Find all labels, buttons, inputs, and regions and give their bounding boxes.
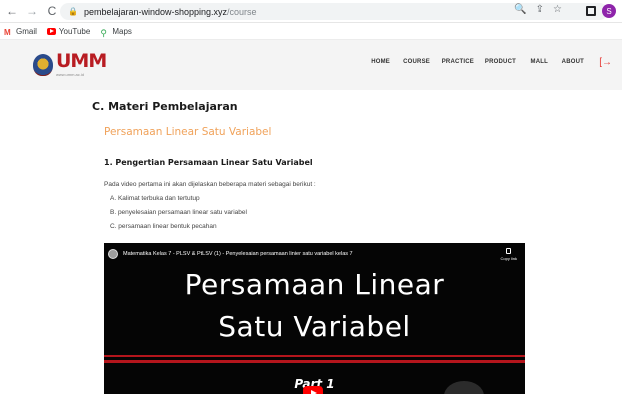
bookmark-label: YouTube (58, 26, 91, 36)
copy-link-label: Copy link (500, 256, 517, 261)
topic-title: Persamaan Linear Satu Variabel (104, 126, 272, 138)
subsection-heading: 1. Pengertian Persamaan Linear Satu Vari… (104, 158, 313, 167)
logo-url: www.umm.ac.id (56, 72, 85, 77)
logout-icon[interactable]: [→ (599, 57, 612, 68)
bookmark-maps[interactable]: ⚲ Maps (100, 26, 132, 38)
bookmark-gmail[interactable]: M Gmail (4, 26, 37, 37)
section-title: C. Materi Pembelajaran (92, 100, 238, 113)
back-icon[interactable]: ← (4, 3, 20, 19)
list-item: A. Kalimat terbuka dan tertutup (110, 195, 200, 202)
umm-emblem-icon (33, 53, 53, 76)
bookmark-label: Maps (112, 26, 132, 36)
nav-home[interactable]: HOME (371, 59, 390, 65)
logo-wordmark: UMM (56, 50, 107, 72)
zoom-icon[interactable]: 🔍 (514, 4, 526, 15)
forward-icon[interactable]: → (24, 3, 40, 19)
channel-avatar[interactable] (108, 249, 118, 259)
thumbnail-stripe (104, 355, 525, 357)
nav-product[interactable]: PRODUCT (485, 59, 516, 65)
url-host: pembelajaran-window-shopping.xyz (83, 6, 228, 17)
bookmark-youtube[interactable]: YouTube (46, 26, 91, 36)
list-item: B. penyelesaian persamaan linear satu va… (110, 209, 247, 216)
nav-course[interactable]: COURSE (403, 59, 430, 65)
topic-list: A. Kalimat terbuka dan tertutup B. penye… (110, 195, 247, 237)
copy-link-button[interactable]: Copy link (501, 248, 517, 261)
bookmarks-bar: M Gmail YouTube ⚲ Maps (0, 23, 622, 40)
nav-mall[interactable]: MALL (531, 59, 548, 65)
play-button-icon[interactable] (303, 386, 323, 394)
video-embed[interactable]: Matematika Kelas 7 - PLSV & PtLSV (1) - … (104, 243, 525, 394)
intro-paragraph: Pada video pertama ini akan dijelaskan b… (104, 181, 316, 188)
nav-about[interactable]: ABOUT (562, 59, 584, 65)
maps-icon: ⚲ (100, 27, 107, 38)
url-path: /course (227, 6, 257, 17)
youtube-icon (46, 27, 56, 35)
thumbnail-stripe (104, 360, 525, 363)
thumbnail-title-line-2: Satu Variabel (218, 310, 411, 343)
site-header: UMM www.umm.ac.id HOME COURSE PRACTICE P… (0, 40, 622, 90)
list-item: C. persamaan linear bentuk pecahan (110, 223, 217, 230)
gmail-icon: M (4, 27, 11, 37)
address-bar[interactable]: 🔒 pembelajaran-window-shopping.xyz /cour… (60, 3, 608, 20)
nav-practice[interactable]: PRACTICE (442, 59, 474, 65)
site-logo[interactable]: UMM www.umm.ac.id (33, 50, 107, 77)
browser-toolbar: ← → C 🔒 pembelajaran-window-shopping.xyz… (0, 0, 622, 23)
lock-icon[interactable]: 🔒 (68, 7, 78, 16)
extensions-icon[interactable] (586, 6, 596, 16)
thumbnail-title-line-1: Persamaan Linear (184, 268, 445, 301)
bookmark-star-icon[interactable]: ☆ (553, 4, 562, 15)
profile-avatar[interactable]: S (602, 4, 616, 18)
copy-icon (506, 248, 512, 254)
reload-icon[interactable]: C (44, 3, 60, 19)
bookmark-label: Gmail (16, 26, 37, 36)
video-title[interactable]: Matematika Kelas 7 - PLSV & PtLSV (1) - … (123, 251, 353, 257)
share-icon[interactable]: ⇪ (536, 4, 544, 15)
